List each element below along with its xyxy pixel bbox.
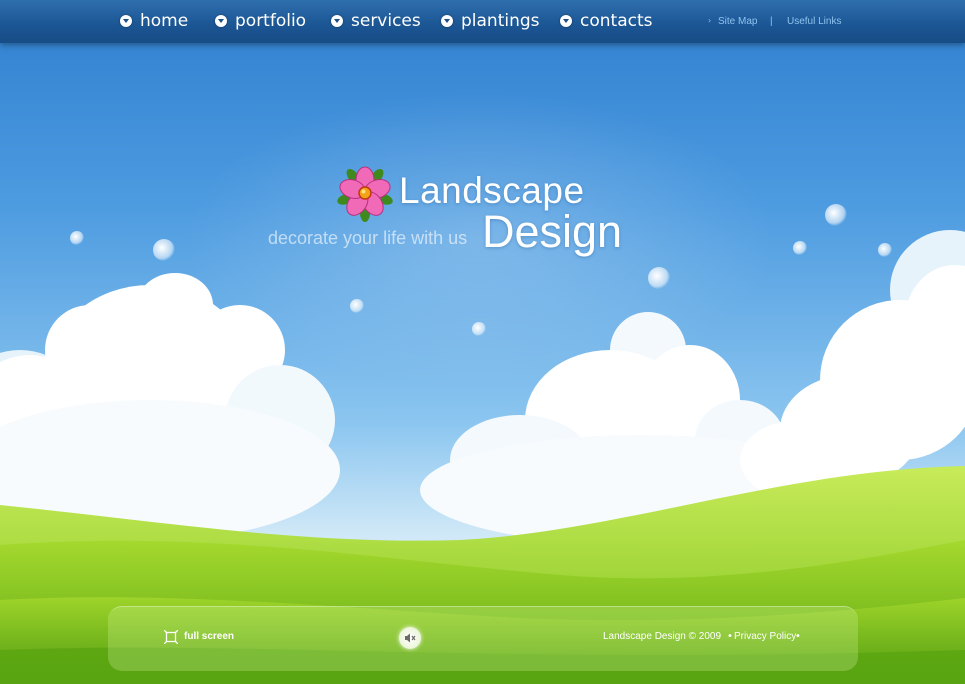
nav-item-plantings[interactable]: plantings (441, 10, 540, 32)
nav-item-label: portfolio (235, 11, 307, 31)
speaker-icon (405, 633, 416, 643)
nav-item-label: services (351, 11, 421, 31)
chevron-down-icon (331, 15, 343, 27)
arrow-right-icon: › (708, 16, 712, 25)
chevron-down-icon (215, 15, 227, 27)
sound-toggle-button[interactable] (399, 627, 421, 649)
site-map-link[interactable]: Site Map (718, 16, 757, 27)
fullscreen-icon[interactable] (164, 630, 178, 644)
cloud-left (0, 273, 340, 540)
bullet-separator: • (795, 631, 801, 642)
privacy-policy-link[interactable]: Privacy Policy (734, 631, 796, 642)
nav-item-portfolio[interactable]: portfolio (215, 10, 306, 32)
chevron-down-icon (120, 15, 132, 27)
flower-icon (337, 166, 393, 222)
nav-item-services[interactable]: services (331, 10, 421, 32)
chevron-down-icon (560, 15, 572, 27)
full-screen-button[interactable]: full screen (184, 631, 234, 642)
nav-item-label: plantings (461, 11, 540, 31)
nav-item-contacts[interactable]: contacts (560, 10, 652, 32)
logo-tagline: decorate your life with us (268, 228, 468, 248)
chevron-down-icon (441, 15, 453, 27)
landscape-scene (0, 230, 965, 684)
nav-separator: | (770, 16, 773, 27)
useful-links-link[interactable]: Useful Links (787, 16, 841, 27)
top-navigation-bar: home portfolio services plantings contac… (0, 0, 965, 43)
cloud-right (740, 230, 965, 500)
logo-title-design: Design (482, 206, 623, 257)
nav-item-home[interactable]: home (120, 10, 188, 32)
copyright-text: Landscape Design © 2009 (603, 631, 722, 642)
nav-item-label: home (140, 11, 189, 31)
bullet-separator: • (727, 631, 733, 642)
nav-item-label: contacts (580, 11, 653, 31)
